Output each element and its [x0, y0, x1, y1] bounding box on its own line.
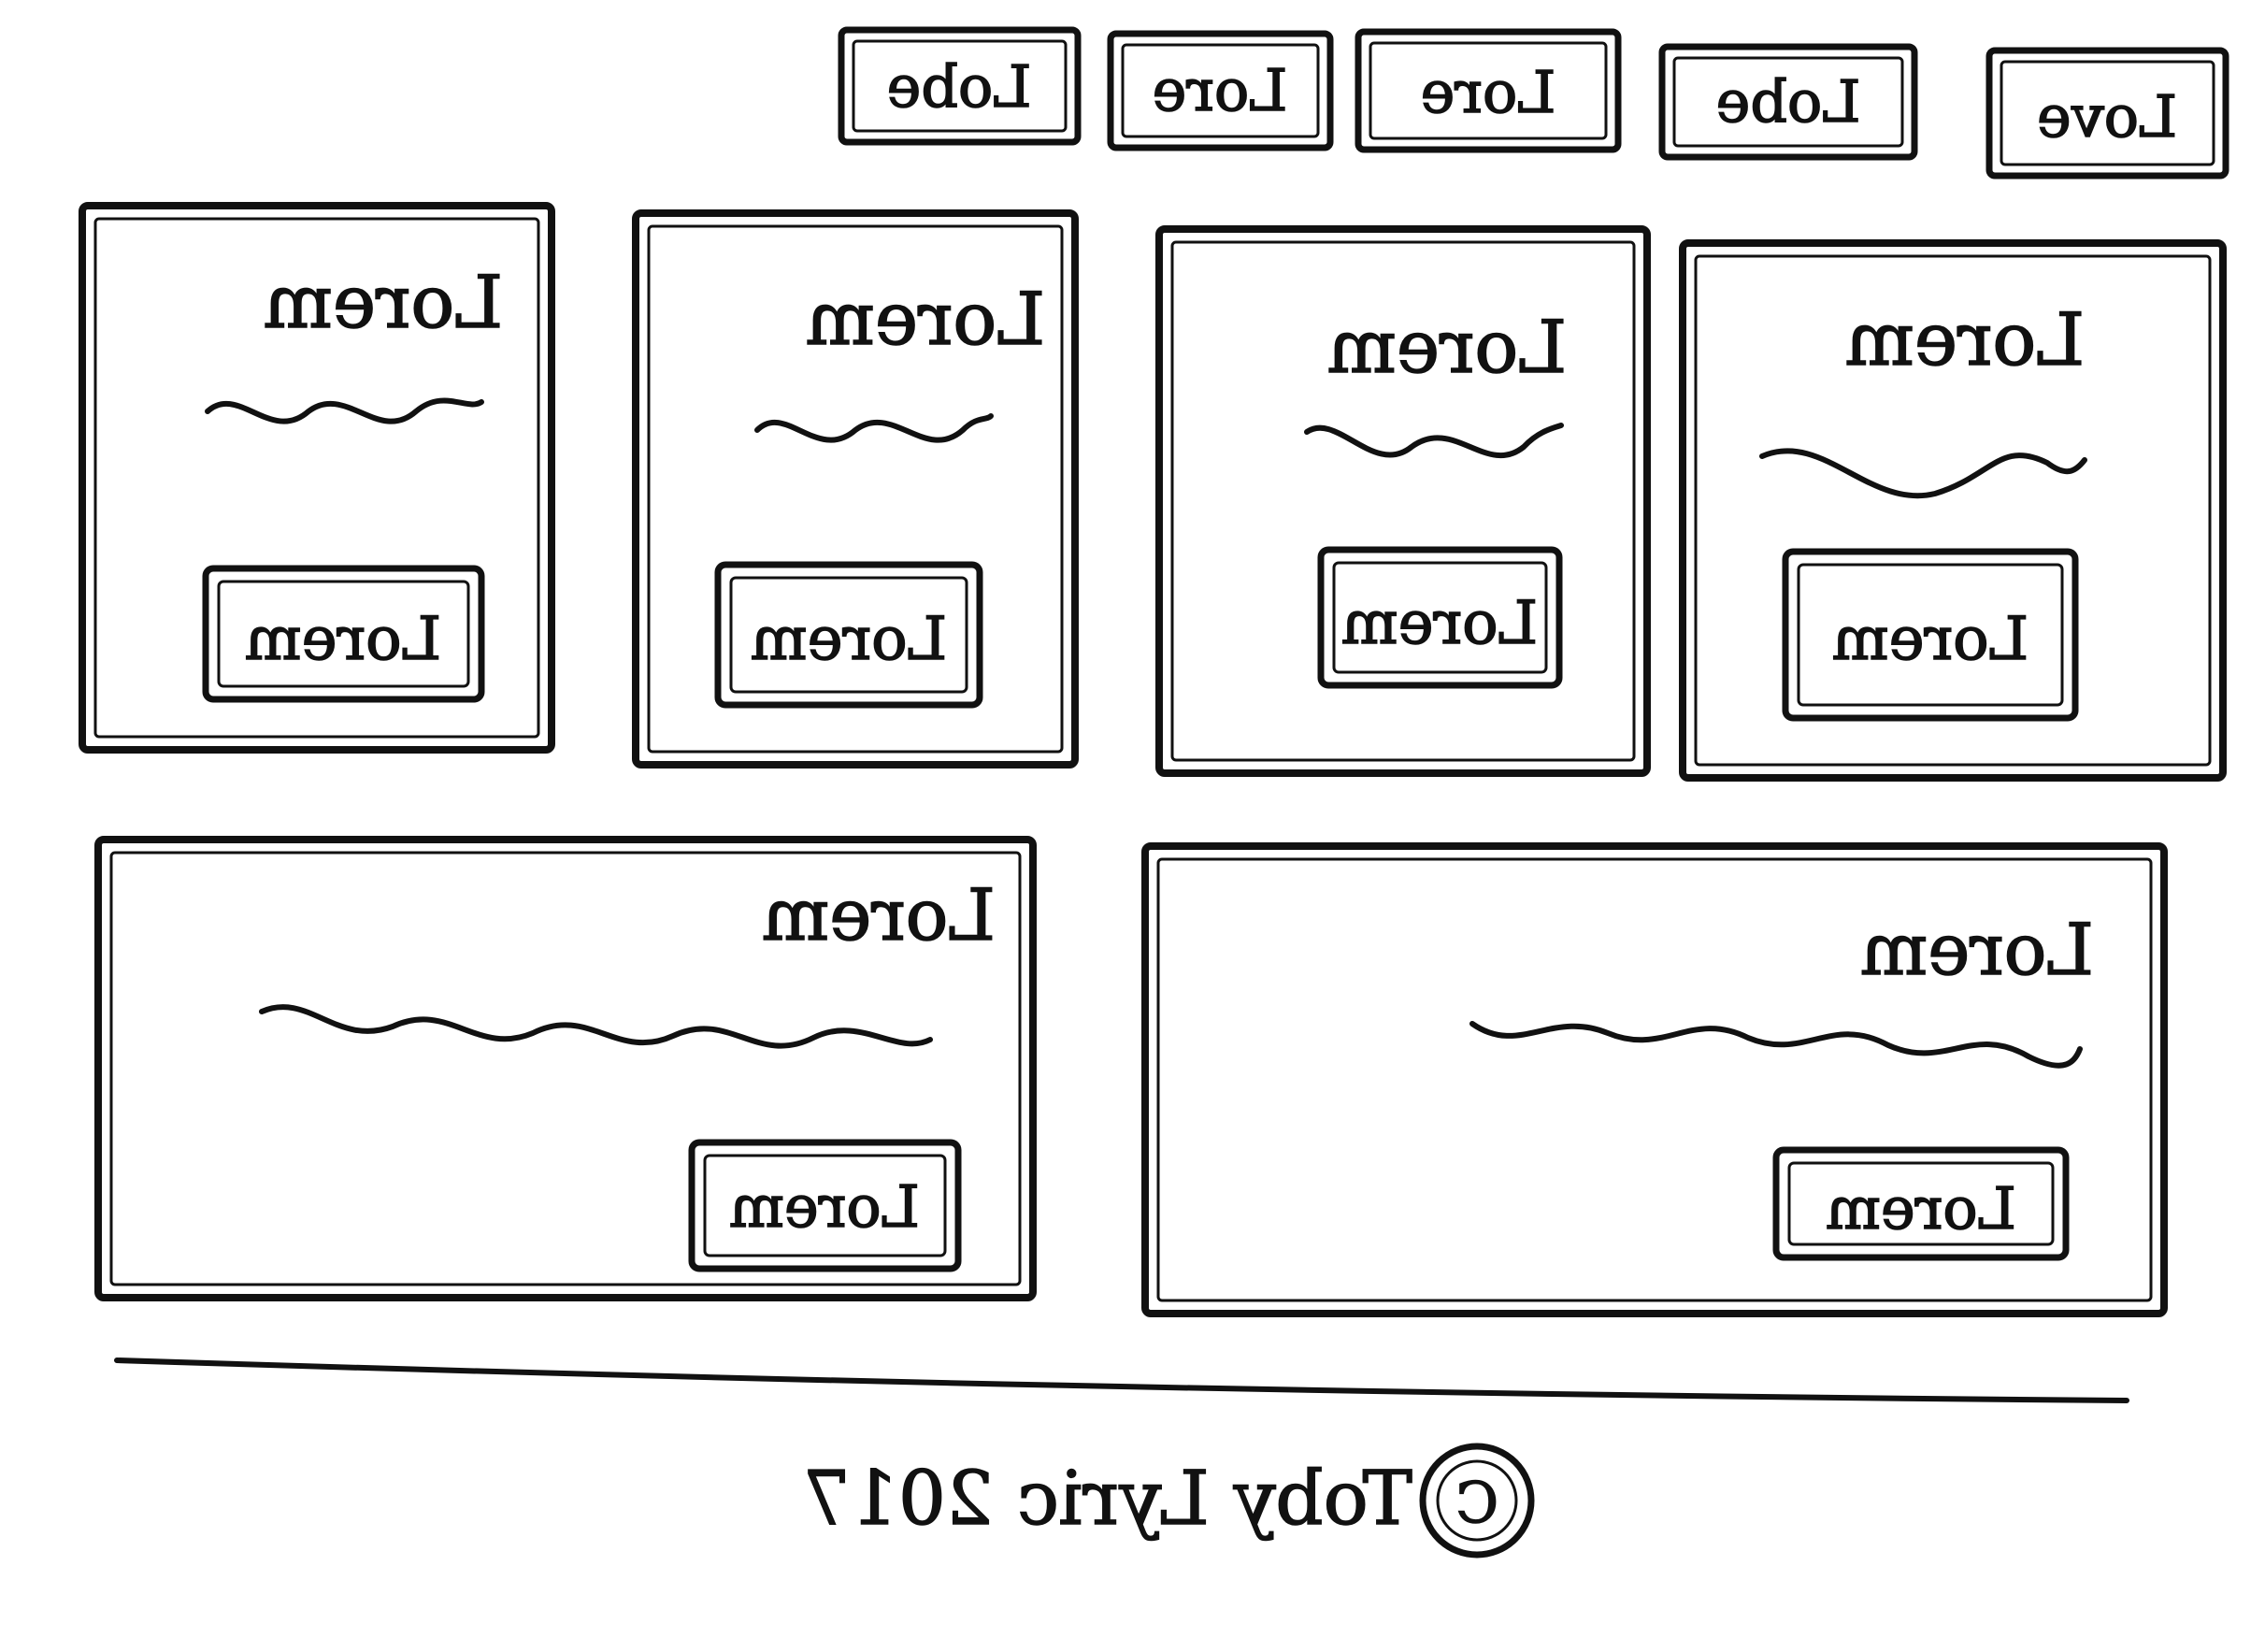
card-button[interactable]: Lorem — [202, 565, 485, 703]
wide-card-button-label: Lorem — [729, 1172, 920, 1241]
copyright-symbol: C — [1455, 1471, 1498, 1536]
nav-button-label: Love — [2037, 82, 2177, 151]
card: Lorem Lorem — [632, 209, 1079, 769]
card-button[interactable]: Lorem — [1782, 548, 2079, 722]
footer-text: Toby Lyric 2017 — [803, 1455, 1412, 1542]
card-title: Lorem — [1327, 306, 1567, 390]
nav-button[interactable]: Lore — [1107, 30, 1334, 151]
nav-button-label: Lobe — [887, 52, 1032, 121]
wide-card-row: Lorem Lorem Lorem Lorem — [94, 836, 2168, 1317]
nav-button[interactable]: Love — [1985, 47, 2229, 180]
wide-card: Lorem Lorem — [94, 836, 1037, 1301]
card-button[interactable]: Lorem — [1317, 546, 1563, 689]
card-title: Lorem — [1845, 298, 2085, 382]
wide-card-title: Lorem — [1860, 908, 2094, 991]
card: Lorem Lorem — [79, 202, 555, 754]
card-title: Lorem — [264, 261, 503, 345]
nav-button-label: Lore — [1153, 56, 1288, 124]
footer: C Toby Lyric 2017 — [802, 1443, 1535, 1559]
nav-button-label: Lobe — [1716, 67, 1861, 136]
wireframe-sketch: Lobe Lore Lore Lobe Love Lorem Lorem Lor… — [79, 26, 2229, 1559]
card-button-label: Lorem — [1341, 589, 1538, 658]
card-row: Lorem Lorem Lorem Lorem Lorem Lorem Lore… — [79, 202, 2227, 782]
wide-card-button[interactable]: Lorem — [1772, 1146, 2070, 1261]
nav-button[interactable]: Lore — [1355, 28, 1622, 153]
card-button-label: Lorem — [245, 605, 441, 674]
card-title: Lorem — [806, 278, 1045, 362]
nav-button[interactable]: Lobe — [1658, 43, 1918, 161]
wide-card: Lorem Lorem — [1141, 842, 2168, 1317]
card: Lorem Lorem — [1155, 225, 1651, 777]
copyright-icon: C — [1419, 1443, 1535, 1559]
nav-bar: Lobe Lore Lore Lobe Love — [838, 26, 2229, 180]
card-button-label: Lorem — [1832, 605, 2028, 674]
footer-divider — [114, 1358, 2129, 1403]
wide-card-button[interactable]: Lorem — [688, 1139, 962, 1272]
card: Lorem Lorem — [1679, 239, 2227, 782]
wide-card-title: Lorem — [762, 873, 996, 956]
nav-button-label: Lore — [1421, 58, 1556, 126]
nav-button[interactable]: Lobe — [838, 26, 1082, 146]
card-button-label: Lorem — [751, 605, 947, 674]
wide-card-button-label: Lorem — [1826, 1174, 2016, 1243]
card-button[interactable]: Lorem — [714, 561, 983, 709]
